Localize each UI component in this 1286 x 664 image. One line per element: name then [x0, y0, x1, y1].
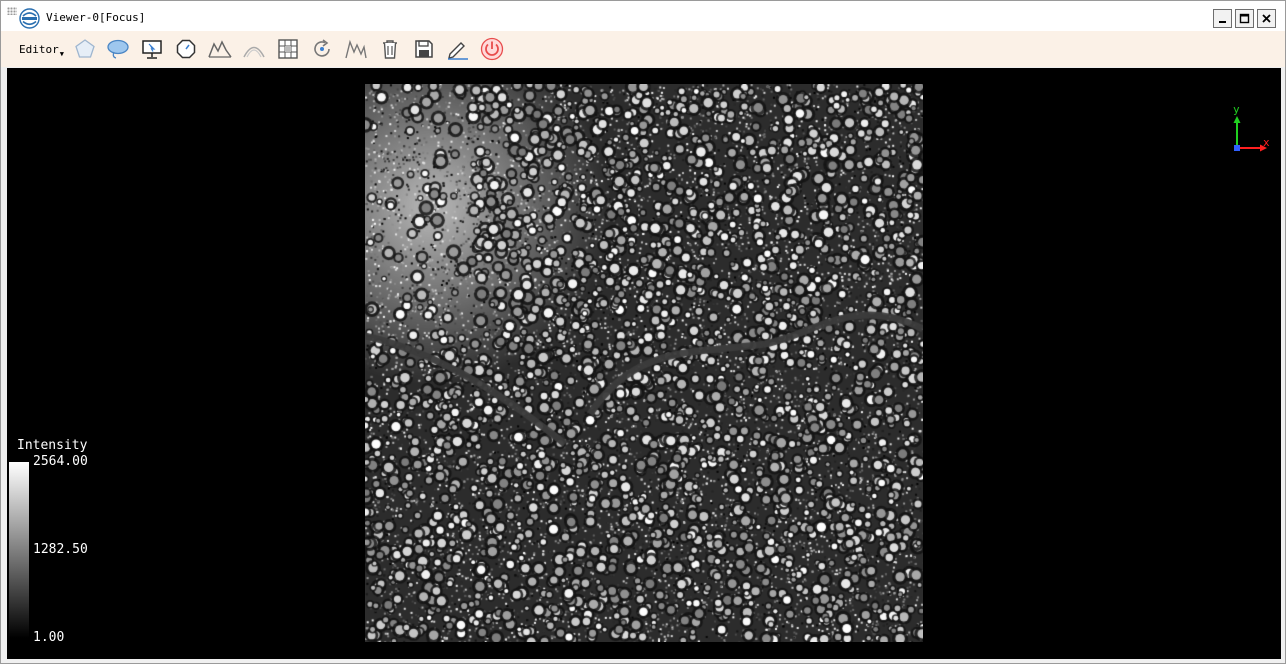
circle-select-tool[interactable]: [174, 37, 198, 61]
editor-menu[interactable]: Editor▼: [19, 43, 64, 58]
minimize-icon: [1219, 21, 1226, 23]
minimize-button[interactable]: [1213, 9, 1232, 28]
x-axis-label: x: [1263, 136, 1270, 149]
axis-indicator: y x: [1223, 103, 1271, 156]
legend-max: 2564.00: [33, 454, 88, 469]
profile-tool[interactable]: [208, 37, 232, 61]
grid-icon: [278, 39, 298, 59]
point-cloud-view[interactable]: [365, 84, 923, 642]
intensity-color-bar: [9, 462, 29, 638]
polygon-select-tool[interactable]: [73, 37, 97, 61]
close-button[interactable]: [1257, 9, 1276, 28]
arc-icon: [243, 46, 265, 58]
curve-tool[interactable]: [242, 37, 266, 61]
lasso-select-tool[interactable]: [106, 37, 130, 61]
drag-grip-icon[interactable]: [7, 7, 17, 15]
maximize-button[interactable]: [1235, 9, 1254, 28]
exit-tool[interactable]: [480, 37, 504, 61]
screen-select-tool[interactable]: [140, 37, 164, 61]
viewer-window: Viewer-0[Focus] Editor▼ y x Intensity 25…: [0, 0, 1286, 664]
3d-viewport[interactable]: y x Intensity 2564.00 1282.50 1.00: [7, 68, 1281, 659]
cloud-lasso-icon: [107, 39, 129, 59]
y-axis-label: y: [1233, 103, 1240, 116]
rotate-icon: [314, 39, 330, 57]
pentagon-icon: [75, 39, 95, 58]
rotate-tool[interactable]: [310, 37, 334, 61]
legend-title: Intensity: [17, 438, 88, 453]
mountain-icon: [208, 40, 232, 58]
window-title: Viewer-0[Focus]: [46, 11, 146, 24]
terrain-tool[interactable]: [344, 37, 368, 61]
grid-tool[interactable]: [276, 37, 300, 61]
legend-min: 1.00: [33, 630, 65, 645]
monitor-cursor-icon: [142, 40, 162, 59]
legend-mid: 1282.50: [33, 542, 88, 557]
power-icon: [480, 37, 504, 61]
dropdown-arrow-icon: ▼: [59, 50, 64, 58]
close-icon: [1262, 14, 1271, 23]
editor-menu-label: Editor: [19, 43, 59, 56]
delete-tool[interactable]: [378, 37, 402, 61]
save-tool[interactable]: [412, 37, 436, 61]
point-cloud-canvas[interactable]: [365, 84, 923, 642]
toolbar: Editor▼: [1, 31, 1285, 67]
trash-icon: [383, 40, 397, 59]
pen-edit-icon: [448, 42, 468, 60]
octagon-icon: [176, 39, 196, 59]
title-bar[interactable]: Viewer-0[Focus]: [1, 1, 1285, 31]
lidar360-logo-icon: [19, 8, 40, 29]
maximize-icon: [1239, 13, 1250, 24]
peaks-icon: [345, 39, 367, 59]
edit-tool[interactable]: [446, 37, 470, 61]
save-icon: [415, 40, 433, 58]
